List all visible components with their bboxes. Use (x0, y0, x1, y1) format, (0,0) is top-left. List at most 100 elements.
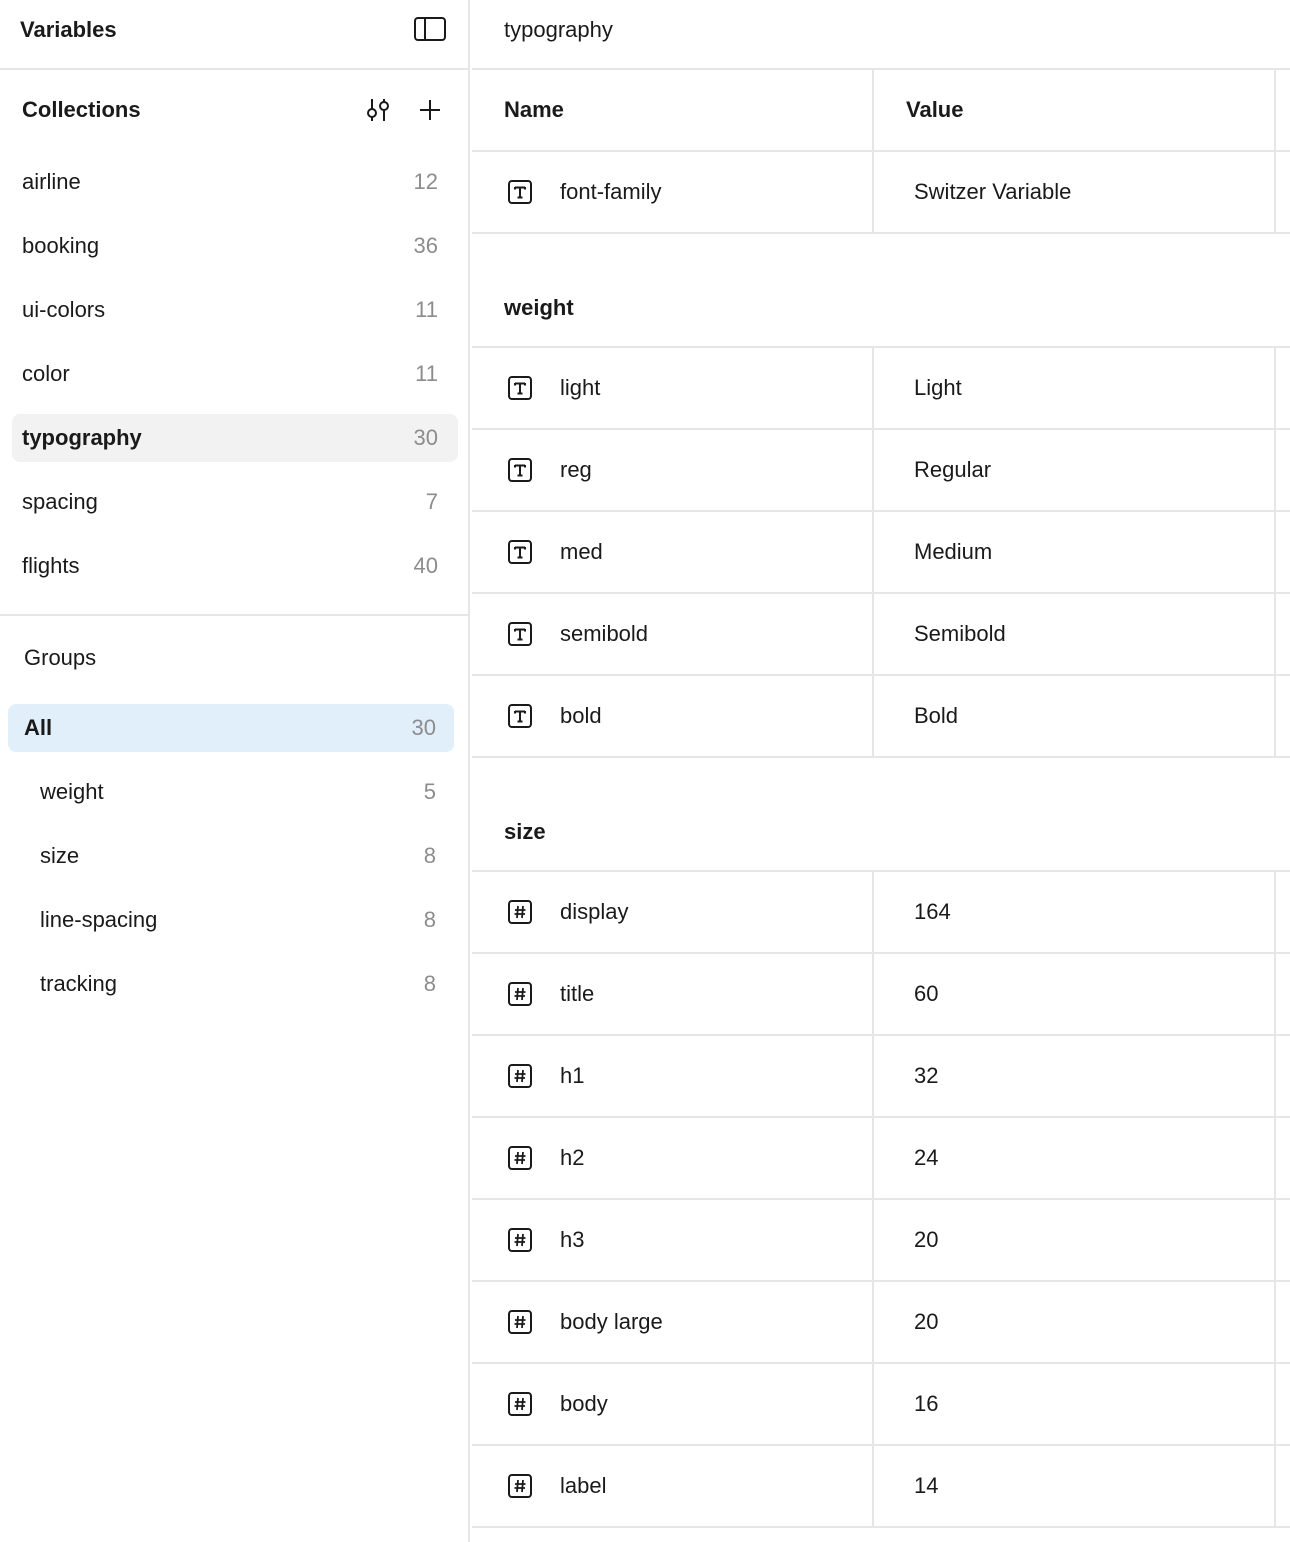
column-divider[interactable] (1274, 872, 1276, 952)
variable-value[interactable]: 20 (914, 1226, 938, 1254)
variable-row[interactable]: font-family Switzer Variable (472, 152, 1290, 234)
column-divider[interactable] (1274, 1118, 1276, 1198)
sidebar-toggle-icon[interactable] (414, 17, 446, 41)
column-divider[interactable] (1274, 1036, 1276, 1116)
variable-value[interactable]: 14 (914, 1472, 938, 1500)
add-collection-plus-icon[interactable] (416, 96, 444, 124)
variable-value[interactable]: 20 (914, 1308, 938, 1336)
collections-title: Collections (22, 97, 141, 122)
column-divider[interactable] (872, 1364, 874, 1444)
collection-count: 30 (413, 425, 438, 450)
column-divider[interactable] (872, 594, 874, 674)
variable-name: h1 (560, 1063, 585, 1088)
collection-item-typography[interactable]: typography 30 (0, 406, 468, 470)
column-divider[interactable] (872, 872, 874, 952)
column-divider[interactable] (1274, 1446, 1276, 1526)
group-item-all[interactable]: All 30 (0, 696, 468, 760)
column-divider[interactable] (1274, 348, 1276, 428)
group-item-weight[interactable]: weight 5 (0, 760, 468, 824)
variable-row[interactable]: med Medium (472, 512, 1290, 594)
variable-value[interactable]: Medium (914, 538, 992, 566)
variable-row[interactable]: h1 32 (472, 1036, 1290, 1118)
column-divider[interactable] (1274, 1200, 1276, 1280)
variable-name: font-family (560, 179, 662, 204)
group-name: tracking (40, 971, 118, 996)
group-header-label: size (504, 819, 546, 844)
variable-name: title (560, 981, 595, 1006)
column-divider[interactable] (1274, 594, 1276, 674)
variable-value[interactable]: 164 (914, 898, 951, 926)
collection-item-color[interactable]: color 11 (0, 342, 468, 406)
variable-value[interactable]: 60 (914, 980, 938, 1008)
variable-value[interactable]: Regular (914, 456, 991, 484)
collection-name: spacing (22, 489, 98, 514)
text-type-icon (508, 376, 532, 400)
variable-row[interactable]: h3 20 (472, 1200, 1290, 1282)
variable-row[interactable]: bold Bold (472, 676, 1290, 758)
variable-value[interactable]: 24 (914, 1144, 938, 1172)
variable-value[interactable]: Bold (914, 702, 958, 730)
variable-row[interactable]: display 164 (472, 872, 1290, 954)
collection-name: booking (22, 233, 100, 258)
variable-row[interactable]: body large 20 (472, 1282, 1290, 1364)
collection-name: typography (22, 425, 142, 450)
column-divider[interactable] (872, 1446, 874, 1526)
column-divider[interactable] (1274, 512, 1276, 592)
collection-count: 7 (425, 489, 438, 514)
main-header: typography (472, 0, 1290, 70)
column-divider[interactable] (872, 1118, 874, 1198)
group-count: 8 (423, 907, 436, 932)
group-header-label: weight (504, 295, 574, 320)
variable-row[interactable]: title 60 (472, 954, 1290, 1036)
collection-name: airline (22, 169, 81, 194)
column-divider[interactable] (872, 676, 874, 756)
column-divider[interactable] (1274, 676, 1276, 756)
variable-name: label (560, 1473, 607, 1498)
column-divider[interactable] (872, 954, 874, 1034)
column-divider[interactable] (1274, 1364, 1276, 1444)
column-divider[interactable] (872, 1282, 874, 1362)
column-divider[interactable] (1274, 70, 1276, 150)
collection-name: color (22, 361, 70, 386)
variable-row[interactable]: light Light (472, 348, 1290, 430)
variable-name: h2 (560, 1145, 585, 1170)
collection-item-airline[interactable]: airline 12 (0, 150, 468, 214)
variable-name: body large (560, 1309, 663, 1334)
column-divider[interactable] (872, 70, 874, 150)
column-divider[interactable] (872, 430, 874, 510)
column-divider[interactable] (1274, 152, 1276, 232)
variable-value[interactable]: Light (914, 374, 962, 402)
variable-row[interactable]: label 14 (472, 1446, 1290, 1528)
column-divider[interactable] (1274, 954, 1276, 1034)
column-divider[interactable] (1274, 430, 1276, 510)
variable-name: body (560, 1391, 608, 1416)
group-item-line-spacing[interactable]: line-spacing 8 (0, 888, 468, 952)
variable-row[interactable]: reg Regular (472, 430, 1290, 512)
collection-item-booking[interactable]: booking 36 (0, 214, 468, 278)
variable-row[interactable]: h2 24 (472, 1118, 1290, 1200)
column-divider[interactable] (872, 1036, 874, 1116)
group-item-size[interactable]: size 8 (0, 824, 468, 888)
variable-value[interactable]: 32 (914, 1062, 938, 1090)
number-type-icon (508, 900, 532, 924)
column-divider[interactable] (872, 348, 874, 428)
column-divider[interactable] (872, 512, 874, 592)
variable-value[interactable]: 16 (914, 1390, 938, 1418)
variable-row[interactable]: body 16 (472, 1364, 1290, 1446)
variable-value[interactable]: Switzer Variable (914, 178, 1071, 206)
group-header-row: weight (472, 234, 1290, 348)
group-item-tracking[interactable]: tracking 8 (0, 952, 468, 1016)
group-name: weight (40, 779, 104, 804)
collection-item-flights[interactable]: flights 40 (0, 534, 468, 598)
collection-item-spacing[interactable]: spacing 7 (0, 470, 468, 534)
filter-settings-icon[interactable] (364, 96, 392, 124)
variable-row[interactable]: semibold Semibold (472, 594, 1290, 676)
variable-value[interactable]: Semibold (914, 620, 1006, 648)
column-divider[interactable] (1274, 1282, 1276, 1362)
collection-count: 40 (413, 553, 438, 578)
collection-title: typography (504, 17, 613, 42)
group-name: line-spacing (40, 907, 158, 932)
column-divider[interactable] (872, 152, 874, 232)
column-divider[interactable] (872, 1200, 874, 1280)
collection-item-ui-colors[interactable]: ui-colors 11 (0, 278, 468, 342)
